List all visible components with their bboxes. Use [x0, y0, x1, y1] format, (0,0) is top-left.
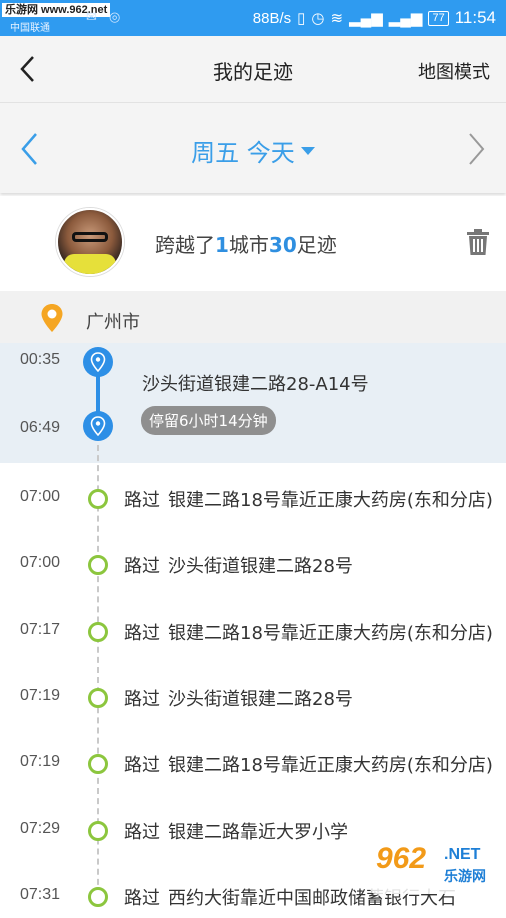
location-pin-icon [41, 304, 63, 332]
status-bar: 乐游网 www.962.net 中国联通 ✉ ◎ 88B/s ▯ ◷ ≋ ▂▄▆… [0, 0, 506, 36]
signal-icon-2: ▂▄▆ [388, 10, 423, 27]
caret-down-icon [300, 147, 315, 155]
timeline-dot-icon [88, 555, 108, 575]
wifi-icon: ≋ [330, 10, 344, 27]
summary-row: 跨越了1城市30足迹 [0, 196, 506, 291]
timeline-text: 路过 银建二路18号靠近正康大药房(东和分店) [124, 623, 493, 644]
stay-start-time: 00:35 [20, 351, 61, 368]
next-day-button[interactable] [462, 131, 490, 167]
city-name: 广州市 [86, 312, 140, 333]
timeline-time: 07:29 [20, 820, 61, 837]
timeline-text: 路过 沙头街道银建二路28号 [124, 556, 353, 577]
footprint-count: 30 [268, 233, 297, 257]
date-selector: 周五 今天 [0, 103, 506, 193]
map-pin-icon [83, 411, 113, 441]
avatar[interactable] [56, 208, 124, 276]
delete-button[interactable] [466, 228, 490, 256]
timeline-time: 07:00 [20, 488, 61, 505]
timeline-time: 07:17 [20, 621, 61, 638]
trash-icon [467, 229, 489, 255]
city-header: 广州市 [0, 291, 506, 343]
carrier-name: 中国联通 [10, 23, 50, 34]
signal-icon: ▂▄▆ [349, 10, 383, 27]
network-speed: 88B/s [252, 9, 292, 27]
battery-icon: 77 [428, 10, 449, 26]
map-pin-icon [83, 347, 113, 377]
timeline-time: 07:00 [20, 554, 61, 571]
timeline-item[interactable]: 07:19 路过 沙头街道银建二路28号 [0, 679, 506, 719]
timeline-text: 路过 银建二路18号靠近正康大药房(东和分店) [124, 490, 493, 511]
timeline-dot-icon [88, 489, 108, 509]
timeline-item[interactable]: 07:00 路过 沙头街道银建二路28号 [0, 546, 506, 586]
city-count: 1 [215, 233, 229, 257]
status-right: 88B/s ▯ ◷ ≋ ▂▄▆ ▂▄▆ 77 11:54 [253, 8, 496, 28]
timeline-dot-icon [88, 821, 108, 841]
timeline-item[interactable]: 07:19 路过 银建二路18号靠近正康大药房(东和分店) [0, 745, 506, 785]
vibrate-icon: ▯ [297, 10, 306, 27]
timeline-text: 路过 银建二路18号靠近正康大药房(东和分店) [124, 755, 493, 776]
chevron-right-icon [469, 133, 485, 165]
stay-end-time: 06:49 [20, 419, 61, 436]
timeline-dot-icon [88, 754, 108, 774]
app-bar: 我的足迹 地图模式 [0, 36, 506, 103]
alarm-icon: ◷ [311, 10, 325, 27]
timeline-dot-icon [88, 688, 108, 708]
timeline-time: 07:31 [20, 886, 61, 903]
timeline-item[interactable]: 07:17 路过 银建二路18号靠近正康大药房(东和分店) [0, 613, 506, 653]
clock: 11:54 [454, 8, 496, 27]
stay-duration-badge: 停留6小时14分钟 [141, 406, 276, 435]
stay-address: 沙头街道银建二路28-A14号 [142, 374, 369, 395]
site-logo: 962 .NET 乐游网 [370, 840, 500, 894]
timeline-time: 07:19 [20, 753, 61, 770]
map-mode-button[interactable]: 地图模式 [418, 58, 490, 84]
timeline-dot-icon [88, 622, 108, 642]
timeline-time: 07:19 [20, 687, 61, 704]
notification-icons: ✉ ◎ [86, 10, 125, 25]
timeline-text: 路过 沙头街道银建二路28号 [124, 689, 353, 710]
timeline-item[interactable]: 07:00 路过 银建二路18号靠近正康大药房(东和分店) [0, 480, 506, 520]
date-dropdown[interactable]: 周五 今天 [0, 133, 506, 168]
date-label: 周五 今天 [191, 139, 295, 167]
stay-entry[interactable]: 00:35 06:49 沙头街道银建二路28-A14号 停留6小时14分钟 [0, 343, 506, 463]
timeline-dot-icon [88, 887, 108, 907]
summary-text: 跨越了1城市30足迹 [155, 233, 337, 257]
